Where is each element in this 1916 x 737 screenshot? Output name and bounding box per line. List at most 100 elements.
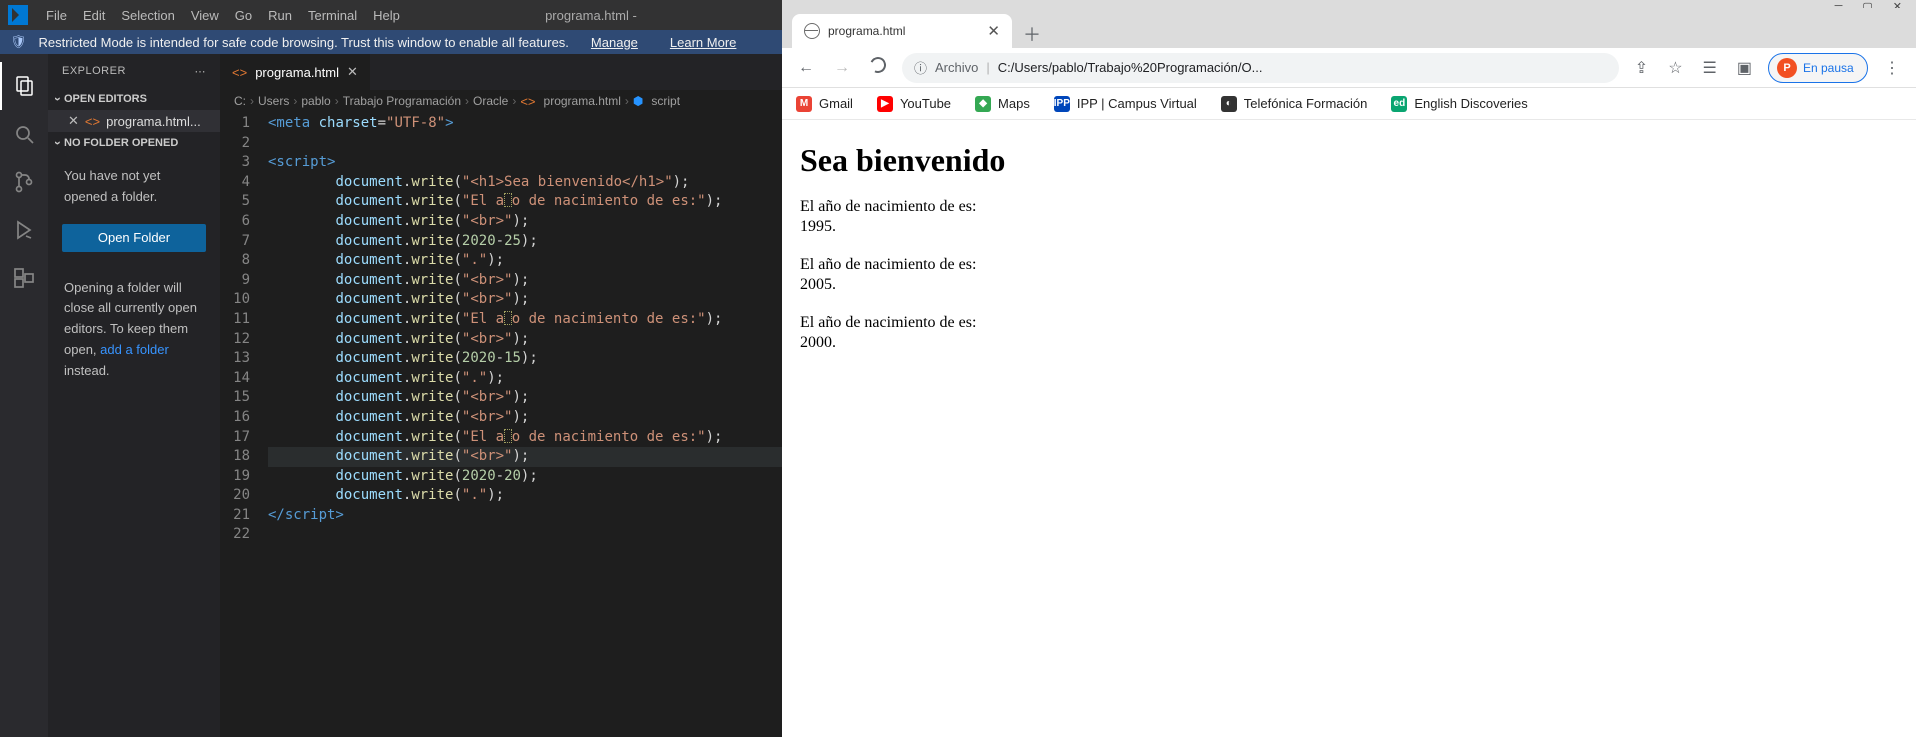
activity-extensions-icon[interactable] xyxy=(0,254,48,302)
menu-help[interactable]: Help xyxy=(365,8,408,23)
no-folder-message: You have not yet opened a folder. xyxy=(48,154,220,220)
reading-list-icon[interactable]: ☰ xyxy=(1699,54,1721,82)
bookmark-icon: ◐ xyxy=(1221,96,1237,112)
open-editor-item[interactable]: ✕ <> programa.html... xyxy=(48,110,220,132)
sidepanel-icon[interactable]: ▣ xyxy=(1733,54,1756,82)
explorer-header: EXPLORER xyxy=(62,65,126,77)
code-line: document.write(2020-20); xyxy=(268,467,782,487)
menu-run[interactable]: Run xyxy=(260,8,300,23)
address-bar[interactable]: ⓘ Archivo | C:/Users/pablo/Trabajo%20Pro… xyxy=(902,53,1619,83)
bookmark-item[interactable]: MGmail xyxy=(796,96,853,112)
breadcrumb-item[interactable]: programa.html xyxy=(544,94,621,108)
activity-explorer-icon[interactable] xyxy=(0,62,48,110)
chevron-down-icon: › xyxy=(51,141,65,145)
close-tab-icon[interactable]: ✕ xyxy=(347,64,358,80)
open-editors-header[interactable]: › OPEN EDITORS xyxy=(48,88,220,110)
bookmark-item[interactable]: edEnglish Discoveries xyxy=(1391,96,1527,112)
reload-button[interactable] xyxy=(866,53,890,82)
script-icon: ⬢ xyxy=(633,94,643,108)
bookmark-icon: M xyxy=(796,96,812,112)
code-line: <script> xyxy=(268,153,782,173)
menu-terminal[interactable]: Terminal xyxy=(300,8,365,23)
activity-scm-icon[interactable] xyxy=(0,158,48,206)
close-tab-icon[interactable]: ✕ xyxy=(987,22,1000,40)
profile-button[interactable]: P En pausa xyxy=(1768,53,1868,83)
code-line: document.write("."); xyxy=(268,251,782,271)
open-folder-button[interactable]: Open Folder xyxy=(62,224,206,252)
code-line: document.write("."); xyxy=(268,369,782,389)
vscode-titlebar: FileEditSelectionViewGoRunTerminalHelp p… xyxy=(0,0,782,30)
breadcrumb-item[interactable]: script xyxy=(651,94,680,108)
code-editor[interactable]: 12345678910111213141516171819202122 <met… xyxy=(220,112,782,737)
menu-view[interactable]: View xyxy=(183,8,227,23)
code-line: document.write("<br>"); xyxy=(268,447,782,467)
page-text-line: 2005. xyxy=(800,275,1898,295)
more-icon[interactable]: ⋯ xyxy=(195,65,207,78)
editor-area: <> programa.html ✕ C:›Users›pablo›Trabaj… xyxy=(220,54,782,737)
code-line: <meta charset="UTF-8"> xyxy=(268,114,782,134)
code-line: document.write("<br>"); xyxy=(268,408,782,428)
info-icon[interactable]: ⓘ xyxy=(914,58,927,77)
vscode-logo-icon xyxy=(8,5,28,25)
breadcrumb-item[interactable]: C: xyxy=(234,94,246,108)
activity-bar xyxy=(0,54,48,737)
breadcrumb-item[interactable]: Users xyxy=(258,94,289,108)
code-line: document.write(2020-25); xyxy=(268,232,782,252)
code-line: document.write(2020-15); xyxy=(268,349,782,369)
reload-icon xyxy=(868,55,889,76)
code-line: document.write("<br>"); xyxy=(268,330,782,350)
activity-search-icon[interactable] xyxy=(0,110,48,158)
page-text-line: El año de nacimiento de es: xyxy=(800,255,1898,275)
bookmark-star-icon[interactable]: ☆ xyxy=(1664,54,1686,82)
breadcrumb-item[interactable]: Oracle xyxy=(473,94,508,108)
page-text-line: 2000. xyxy=(800,333,1898,353)
vscode-window: FileEditSelectionViewGoRunTerminalHelp p… xyxy=(0,0,782,737)
bookmark-icon: ◆ xyxy=(975,96,991,112)
menu-go[interactable]: Go xyxy=(227,8,260,23)
back-button[interactable]: ← xyxy=(794,55,818,81)
code-line xyxy=(268,525,782,545)
activity-run-icon[interactable] xyxy=(0,206,48,254)
bookmark-item[interactable]: ◐Telefónica Formación xyxy=(1221,96,1368,112)
editor-tab[interactable]: <> programa.html ✕ xyxy=(220,54,370,90)
browser-tab[interactable]: programa.html ✕ xyxy=(792,14,1012,48)
page-text-line: El año de nacimiento de es: xyxy=(800,313,1898,333)
code-line xyxy=(268,134,782,154)
html-file-icon: <> xyxy=(520,94,535,109)
breadcrumb-item[interactable]: Trabajo Programación xyxy=(343,94,461,108)
keep-editors-hint: Opening a folder will close all currentl… xyxy=(48,266,220,394)
new-tab-button[interactable]: ＋ xyxy=(1018,20,1046,48)
menu-selection[interactable]: Selection xyxy=(113,8,182,23)
html-file-icon: <> xyxy=(85,114,100,129)
bookmark-item[interactable]: ▶YouTube xyxy=(877,96,951,112)
breadcrumbs[interactable]: C:›Users›pablo›Trabajo Programación›Orac… xyxy=(220,90,782,112)
kebab-menu-icon[interactable]: ⋮ xyxy=(1880,54,1904,82)
bookmark-icon: ed xyxy=(1391,96,1407,112)
menu-file[interactable]: File xyxy=(38,8,75,23)
menu-edit[interactable]: Edit xyxy=(75,8,113,23)
window-title: programa.html - xyxy=(408,8,774,23)
page-content: Sea bienvenido El año de nacimiento de e… xyxy=(782,120,1916,737)
code-line: document.write("<br>"); xyxy=(268,271,782,291)
manage-link[interactable]: Manage xyxy=(581,35,648,50)
code-line: document.write("<br>"); xyxy=(268,388,782,408)
close-icon[interactable]: ✕ xyxy=(68,113,79,129)
share-icon[interactable]: ⇪ xyxy=(1631,54,1652,82)
add-folder-link[interactable]: add a folder xyxy=(100,342,169,357)
code-line: </script> xyxy=(268,506,782,526)
learn-more-link[interactable]: Learn More xyxy=(660,35,746,50)
restricted-text: Restricted Mode is intended for safe cod… xyxy=(39,35,569,50)
chrome-window: ─ ▢ ✕ programa.html ✕ ＋ ← → ⓘ Archivo | … xyxy=(782,0,1916,737)
code-line: document.write("<br>"); xyxy=(268,212,782,232)
code-line: document.write("El ao de nacimiento de e… xyxy=(268,192,782,212)
editor-tabs: <> programa.html ✕ xyxy=(220,54,782,90)
bookmark-item[interactable]: ◆Maps xyxy=(975,96,1030,112)
no-folder-header[interactable]: › NO FOLDER OPENED xyxy=(48,132,220,154)
globe-icon xyxy=(804,23,820,39)
breadcrumb-item[interactable]: pablo xyxy=(301,94,330,108)
shield-icon: 🛡 xyxy=(10,34,27,50)
bookmark-item[interactable]: IPPIPP | Campus Virtual xyxy=(1054,96,1197,112)
code-line: document.write("<h1>Sea bienvenido</h1>"… xyxy=(268,173,782,193)
forward-button[interactable]: → xyxy=(830,55,854,81)
code-line: document.write("El ao de nacimiento de e… xyxy=(268,310,782,330)
